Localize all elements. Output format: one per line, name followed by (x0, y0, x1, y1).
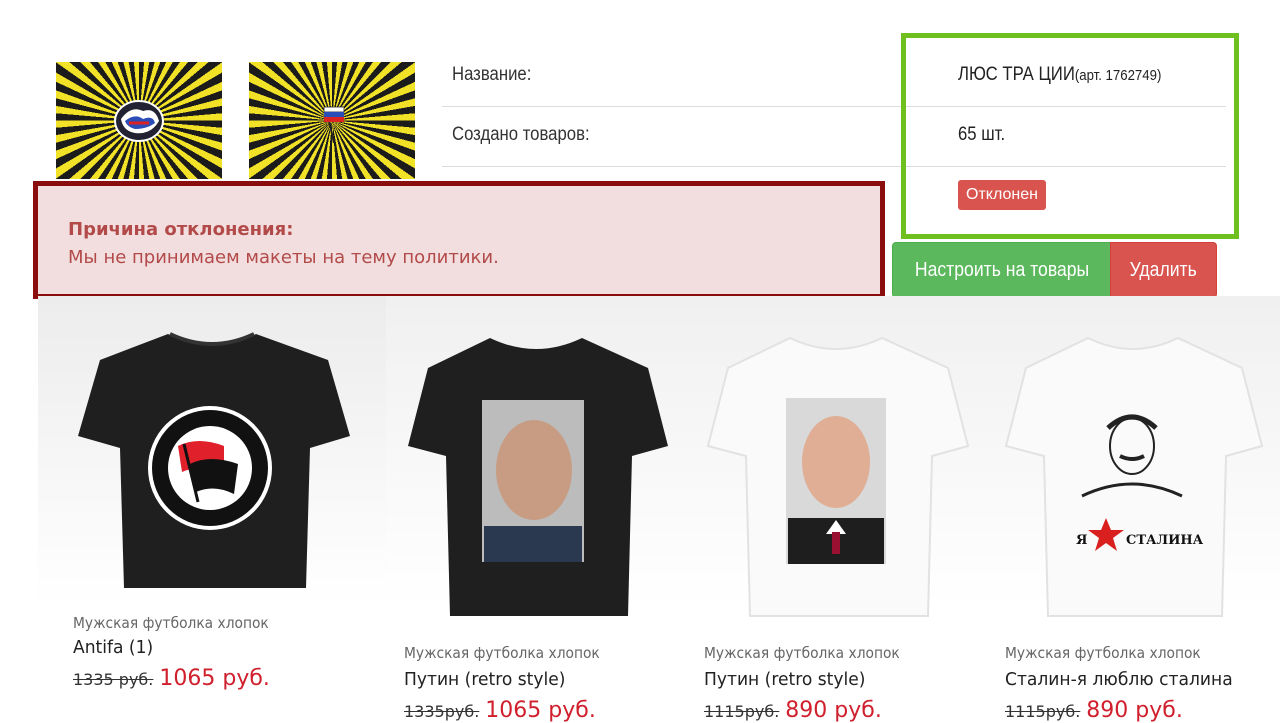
product-name[interactable]: Antifa (1) (73, 637, 153, 658)
product-image[interactable] (686, 296, 986, 617)
design-thumbnail-2[interactable] (249, 62, 415, 179)
new-price: 1065 руб. (159, 666, 270, 691)
print-text-stalina: СТАЛИНА (1126, 533, 1204, 548)
product-name[interactable]: Сталин-я люблю сталина (1005, 669, 1233, 690)
product-type: Мужская футболка хлопок (73, 614, 269, 632)
rejection-title: Причина отклонения: (68, 219, 294, 240)
antifa-logo-icon (148, 406, 272, 530)
name-label: Название: (452, 64, 532, 85)
delete-label: Удалить (1129, 259, 1198, 281)
tshirt-white-icon (706, 336, 970, 617)
product-image[interactable] (38, 296, 386, 606)
highlight-box (901, 33, 1239, 239)
product-type: Мужская футболка хлопок (1005, 644, 1201, 662)
old-price: 1115руб. (704, 702, 780, 721)
product-price: 1115руб. 890 руб. (1005, 698, 1183, 723)
tshirt-black-icon (78, 332, 350, 588)
new-price: 890 руб. (1086, 698, 1183, 723)
tshirt-white-icon: Я СТАЛИНА (1004, 336, 1264, 617)
product-name[interactable]: Путин (retro style) (404, 669, 565, 690)
product-price: 1115руб. 890 руб. (704, 698, 882, 723)
product-card-1[interactable]: Мужская футболка хлопок Antifa (1) 1335 … (38, 296, 386, 720)
rejection-alert: Причина отклонения: Мы не принимаем маке… (33, 181, 885, 299)
old-price: 1335руб. (404, 702, 480, 721)
configure-products-button[interactable]: Настроить на товары (892, 242, 1112, 298)
flag-icon (323, 106, 345, 143)
product-price: 1335 руб. 1065 руб. (73, 666, 270, 691)
product-card-3[interactable]: Мужская футболка хлопок Путин (retro sty… (686, 296, 986, 723)
old-price: 1335 руб. (73, 670, 154, 689)
product-name[interactable]: Путин (retro style) (704, 669, 865, 690)
tshirt-black-icon (408, 338, 668, 616)
print-text-ya: Я (1076, 533, 1087, 548)
product-image[interactable] (386, 296, 686, 616)
delete-button[interactable]: Удалить (1110, 242, 1217, 298)
rejection-text: Мы не принимаем макеты на тему политики. (68, 247, 499, 268)
portrait-icon (482, 400, 584, 562)
graffiti-logo-icon (114, 99, 164, 142)
old-price: 1115руб. (1005, 702, 1081, 721)
product-type: Мужская футболка хлопок (404, 644, 600, 662)
product-card-4[interactable]: Я СТАЛИНА Мужская футболка хлопок Сталин… (986, 296, 1280, 723)
new-price: 890 руб. (785, 698, 882, 723)
product-type: Мужская футболка хлопок (704, 644, 900, 662)
product-price: 1335руб. 1065 руб. (404, 698, 596, 723)
design-thumbnail-1[interactable] (56, 62, 222, 179)
portrait-icon (786, 398, 886, 564)
product-image[interactable]: Я СТАЛИНА (986, 296, 1280, 617)
configure-products-label: Настроить на товары (914, 259, 1090, 281)
new-price: 1065 руб. (485, 698, 596, 723)
count-label: Создано товаров: (452, 124, 590, 145)
product-card-2[interactable]: Мужская футболка хлопок Путин (retro sty… (386, 296, 686, 723)
